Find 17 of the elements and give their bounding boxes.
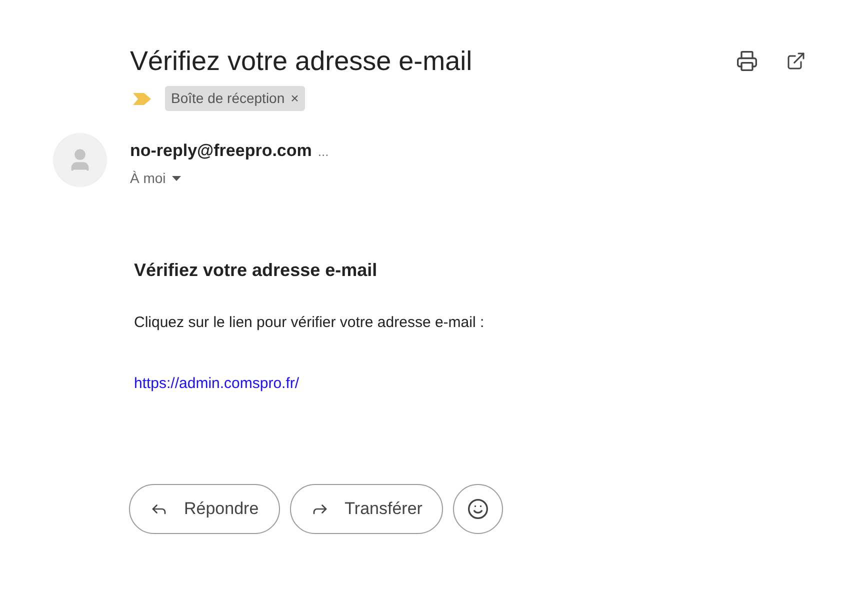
emoji-button[interactable]	[453, 484, 504, 534]
recipient-text: À moi	[130, 168, 166, 188]
email-subject: Vérifiez votre adresse e-mail	[130, 45, 474, 78]
external-link-icon[interactable]	[786, 51, 806, 71]
verification-link[interactable]: https://admin.comspro.fr/	[134, 373, 856, 396]
print-icon[interactable]	[736, 50, 758, 72]
sender-address: no-reply@freepro.com	[130, 140, 312, 162]
body-text: Cliquez sur le lien pour vérifier votre adresse e-mail :	[134, 312, 486, 332]
label-text: Boîte de réception	[171, 89, 285, 108]
more-details[interactable]: ...	[318, 142, 329, 162]
remove-label-button[interactable]: ×	[290, 88, 299, 109]
dropdown-caret-icon[interactable]	[172, 176, 181, 180]
reply-button[interactable]: Répondre	[129, 484, 280, 534]
label-marker-icon	[133, 92, 151, 104]
forward-button[interactable]: Transférer	[290, 484, 444, 534]
smiley-icon	[467, 498, 490, 520]
body-heading: Vérifiez votre adresse e-mail	[134, 258, 378, 282]
